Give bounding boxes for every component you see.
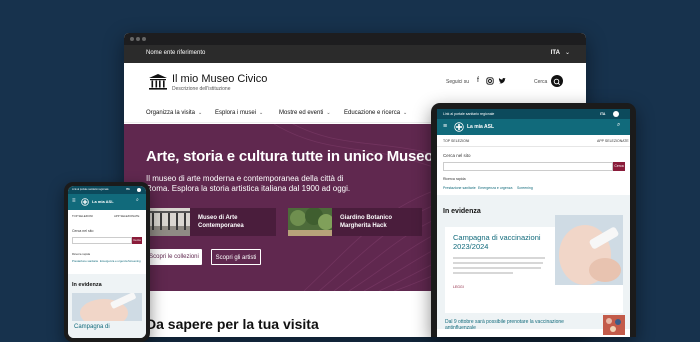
- search-icon[interactable]: ⌕: [617, 122, 620, 129]
- org-name-link[interactable]: Nome ente riferimento: [146, 50, 205, 56]
- site-subtitle: Descrizione dell'istituzione: [172, 86, 231, 92]
- app-selections-link[interactable]: APP SELEZIONATE: [597, 139, 629, 143]
- tablet-slim-header: Link al portale sanitario regionale ITA: [437, 109, 630, 119]
- regional-portal-link[interactable]: Link al portale sanitario regionale: [443, 112, 494, 116]
- site-name[interactable]: La mia ASL: [92, 199, 114, 204]
- window-dot-icon: [142, 37, 146, 41]
- menu-icon[interactable]: ≡: [443, 123, 447, 130]
- search-button[interactable]: [551, 75, 563, 87]
- news-thumbnail-image: [603, 315, 625, 335]
- regional-portal-link[interactable]: Link al portale sanitario regionale: [72, 188, 109, 191]
- quick-link[interactable]: Screening: [128, 259, 141, 263]
- search-icon[interactable]: ⌕: [136, 197, 139, 203]
- chevron-down-icon: ⌄: [403, 110, 408, 116]
- window-dot-icon: [130, 37, 134, 41]
- in-evidence-title: In evidenza: [72, 282, 102, 288]
- discover-collections-button[interactable]: Scopri le collezioni: [146, 249, 202, 265]
- chevron-down-icon: ⌄: [326, 110, 331, 116]
- instagram-icon[interactable]: [486, 77, 494, 85]
- menu-icon[interactable]: ≡: [72, 198, 76, 204]
- chevron-down-icon: ⌄: [564, 50, 570, 56]
- quick-link[interactable]: Emergenza e urgenza: [478, 186, 512, 190]
- app-selections-link[interactable]: APP SELEZIONATE: [114, 214, 139, 218]
- search-submit-button[interactable]: Cerca: [132, 237, 142, 244]
- nav-item-esplora[interactable]: Esplora i musei ⌄: [215, 110, 263, 116]
- card-text-line: [453, 257, 545, 259]
- search-label: Cerca: [534, 79, 548, 85]
- card-text-line: [453, 262, 543, 264]
- vaccination-card[interactable]: Campagna di vaccinazioni 2023/2024 LEGGI: [445, 215, 623, 313]
- top-selections-link[interactable]: TOP SELEZIONI: [72, 214, 93, 218]
- museum-logo-icon: [149, 74, 167, 90]
- card-title: Campagna di vaccinazioni 2023/2024: [453, 233, 541, 251]
- nav-item-organizza[interactable]: Organizza la visita ⌄: [146, 110, 202, 116]
- tablet-header: ≡ La mia ASL ⌕: [437, 119, 630, 135]
- quick-link[interactable]: Emergenza e urgenza: [100, 259, 128, 263]
- site-title[interactable]: Il mio Museo Civico: [172, 73, 267, 85]
- search-input[interactable]: [72, 237, 132, 244]
- tablet-mockup: Link al portale sanitario regionale ITA …: [431, 103, 636, 337]
- quick-link[interactable]: Prestazione sanitarie: [443, 186, 476, 190]
- nav-item-label: Mostre ed eventi: [279, 110, 324, 116]
- nav-item-educazione[interactable]: Educazione e ricerca ⌄: [344, 110, 407, 116]
- asl-logo-icon: [81, 198, 89, 206]
- chevron-down-icon: ⌄: [198, 110, 203, 116]
- top-selections-link[interactable]: TOP SELEZIONI: [443, 139, 469, 143]
- search-input[interactable]: [443, 162, 613, 171]
- phone-header: ≡ La mia ASL ⌕: [68, 194, 146, 210]
- search-icon: [553, 78, 561, 86]
- chevron-down-icon: ⌄: [259, 110, 264, 116]
- phone-slim-header: Link al portale sanitario regionale ITA: [68, 186, 146, 194]
- quick-search-label: Ricerca rapida: [443, 177, 466, 181]
- news-item-text[interactable]: Dal 9 ottobre sarà possibile prenotare l…: [445, 319, 595, 331]
- tablet-screen: Link al portale sanitario regionale ITA …: [437, 109, 630, 337]
- twitter-icon[interactable]: [498, 77, 506, 85]
- garden-thumbnail-image: [288, 208, 332, 236]
- discover-artists-button[interactable]: Scopri gli artisti: [211, 249, 261, 265]
- user-avatar-icon[interactable]: [613, 111, 619, 117]
- garden-card[interactable]: Giardino Botanico Margherita Hack: [288, 208, 422, 236]
- search-section-label: Cerca nel sito: [72, 229, 94, 233]
- phone-mockup: Link al portale sanitario regionale ITA …: [64, 182, 150, 342]
- nav-item-label: Organizza la visita: [146, 110, 196, 116]
- language-selector[interactable]: ITA: [126, 188, 130, 191]
- window-dot-icon: [136, 37, 140, 41]
- garden-card-label: Giardino Botanico Margherita Hack: [340, 215, 393, 229]
- asl-logo-icon: [454, 122, 464, 132]
- facebook-icon[interactable]: f: [474, 77, 482, 85]
- language-selector[interactable]: ITA: [600, 112, 605, 116]
- browser-chrome: [124, 33, 586, 45]
- search-submit-button[interactable]: Cerca: [613, 162, 625, 171]
- quick-link[interactable]: Screening: [517, 186, 533, 190]
- card-read-link[interactable]: LEGGI: [453, 285, 464, 289]
- slim-header: Nome ente riferimento ITA ⌄: [124, 45, 586, 63]
- museum-thumbnail-image: [146, 208, 190, 236]
- user-avatar-icon[interactable]: [137, 188, 141, 192]
- card-text-line: [453, 267, 541, 269]
- nav-item-label: Educazione e ricerca: [344, 110, 401, 116]
- nav-item-mostre[interactable]: Mostre ed eventi ⌄: [279, 110, 331, 116]
- museum-card-label: Museo di Arte Contemporanea: [198, 215, 244, 229]
- site-name[interactable]: La mia ASL: [467, 124, 494, 130]
- vaccination-image: [555, 215, 623, 285]
- nav-item-label: Esplora i musei: [215, 110, 257, 116]
- vaccination-image: [72, 293, 142, 321]
- search-section-label: Cerca nel sito: [443, 153, 471, 158]
- card-text-line: [453, 272, 513, 274]
- card-title[interactable]: Campagna di: [74, 324, 110, 330]
- follow-label: Seguici su: [446, 79, 470, 85]
- phone-screen: Link al portale sanitario regionale ITA …: [68, 186, 146, 338]
- quick-link[interactable]: Prestazione sanitarie: [72, 259, 98, 263]
- in-evidence-title: In evidenza: [443, 208, 481, 215]
- section-title: Da sapere per la tua visita: [146, 316, 319, 332]
- language-selector[interactable]: ITA: [551, 50, 560, 56]
- hero-description: Il museo di arte moderna e contemporanea…: [146, 174, 351, 193]
- museum-card[interactable]: Museo di Arte Contemporanea: [146, 208, 276, 236]
- hero-title: Arte, storia e cultura tutte in unico Mu…: [146, 148, 438, 165]
- quick-search-label: Ricerca rapida: [72, 252, 91, 256]
- tablet-subnav: TOP SELEZIONI APP SELEZIONATE: [437, 135, 630, 147]
